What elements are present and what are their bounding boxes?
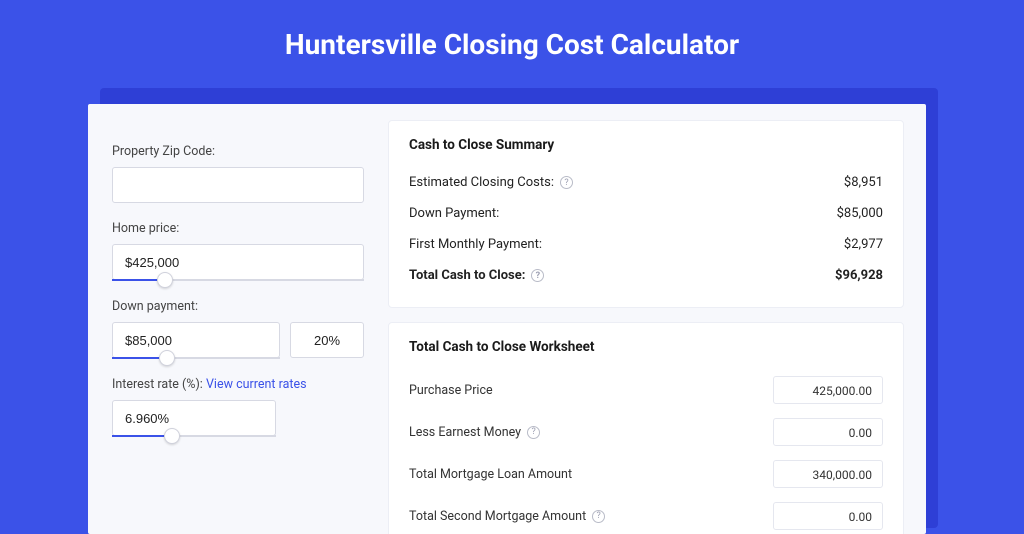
help-icon[interactable]: ? [531, 269, 544, 282]
interest-input[interactable] [112, 400, 276, 436]
down-payment-input[interactable] [112, 322, 280, 358]
down-payment-field-group: Down payment: [112, 299, 364, 359]
worksheet-card: Total Cash to Close Worksheet Purchase P… [388, 322, 904, 534]
worksheet-row-value[interactable]: 0.00 [773, 502, 883, 530]
interest-label: Interest rate (%): View current rates [112, 377, 364, 392]
summary-row-value: $85,000 [837, 206, 883, 221]
worksheet-row-label: Less Earnest Money? [409, 425, 540, 440]
home-price-slider[interactable] [112, 279, 364, 281]
worksheet-row-label: Total Second Mortgage Amount? [409, 509, 605, 524]
down-payment-label: Down payment: [112, 299, 364, 314]
zip-input[interactable] [112, 167, 364, 203]
home-price-input[interactable] [112, 244, 364, 280]
help-icon[interactable]: ? [527, 426, 540, 439]
zip-field-group: Property Zip Code: [112, 144, 364, 203]
worksheet-row-label: Total Mortgage Loan Amount [409, 467, 572, 482]
down-payment-pct-input[interactable] [290, 322, 364, 358]
worksheet-row: Total Second Mortgage Amount? 0.00 [409, 495, 883, 534]
worksheet-row: Total Mortgage Loan Amount 340,000.00 [409, 453, 883, 495]
summary-row: First Monthly Payment: $2,977 [409, 229, 883, 260]
summary-row-value: $96,928 [835, 268, 883, 283]
summary-row: Total Cash to Close:? $96,928 [409, 260, 883, 291]
worksheet-row-label: Purchase Price [409, 383, 493, 398]
summary-row: Down Payment: $85,000 [409, 198, 883, 229]
help-icon[interactable]: ? [560, 176, 573, 189]
summary-row: Estimated Closing Costs:? $8,951 [409, 167, 883, 198]
down-payment-slider[interactable] [112, 357, 280, 359]
summary-row-label: Estimated Closing Costs:? [409, 175, 573, 190]
inputs-column: Property Zip Code: Home price: Down paym… [88, 104, 388, 534]
results-column: Cash to Close Summary Estimated Closing … [388, 104, 926, 534]
summary-row-value: $2,977 [844, 237, 883, 252]
view-rates-link[interactable]: View current rates [206, 377, 307, 392]
interest-slider[interactable] [112, 435, 276, 437]
summary-title: Cash to Close Summary [409, 137, 883, 153]
summary-row-label: Down Payment: [409, 206, 499, 221]
worksheet-row: Less Earnest Money? 0.00 [409, 411, 883, 453]
interest-label-text: Interest rate (%): [112, 377, 203, 392]
zip-label: Property Zip Code: [112, 144, 364, 159]
home-price-field-group: Home price: [112, 221, 364, 281]
down-payment-slider-thumb[interactable] [159, 350, 175, 366]
interest-slider-thumb[interactable] [164, 428, 180, 444]
interest-field-group: Interest rate (%): View current rates [112, 377, 364, 437]
page-title: Huntersville Closing Cost Calculator [0, 0, 1024, 83]
summary-row-label: First Monthly Payment: [409, 237, 542, 252]
worksheet-row-value[interactable]: 425,000.00 [773, 376, 883, 404]
worksheet-row-value[interactable]: 0.00 [773, 418, 883, 446]
home-price-slider-thumb[interactable] [157, 272, 173, 288]
summary-row-label: Total Cash to Close:? [409, 268, 544, 283]
worksheet-title: Total Cash to Close Worksheet [409, 339, 883, 355]
home-price-label: Home price: [112, 221, 364, 236]
worksheet-row: Purchase Price 425,000.00 [409, 369, 883, 411]
calculator-panel: Property Zip Code: Home price: Down paym… [88, 104, 926, 534]
summary-card: Cash to Close Summary Estimated Closing … [388, 120, 904, 308]
worksheet-row-value[interactable]: 340,000.00 [773, 460, 883, 488]
summary-row-value: $8,951 [844, 175, 883, 190]
